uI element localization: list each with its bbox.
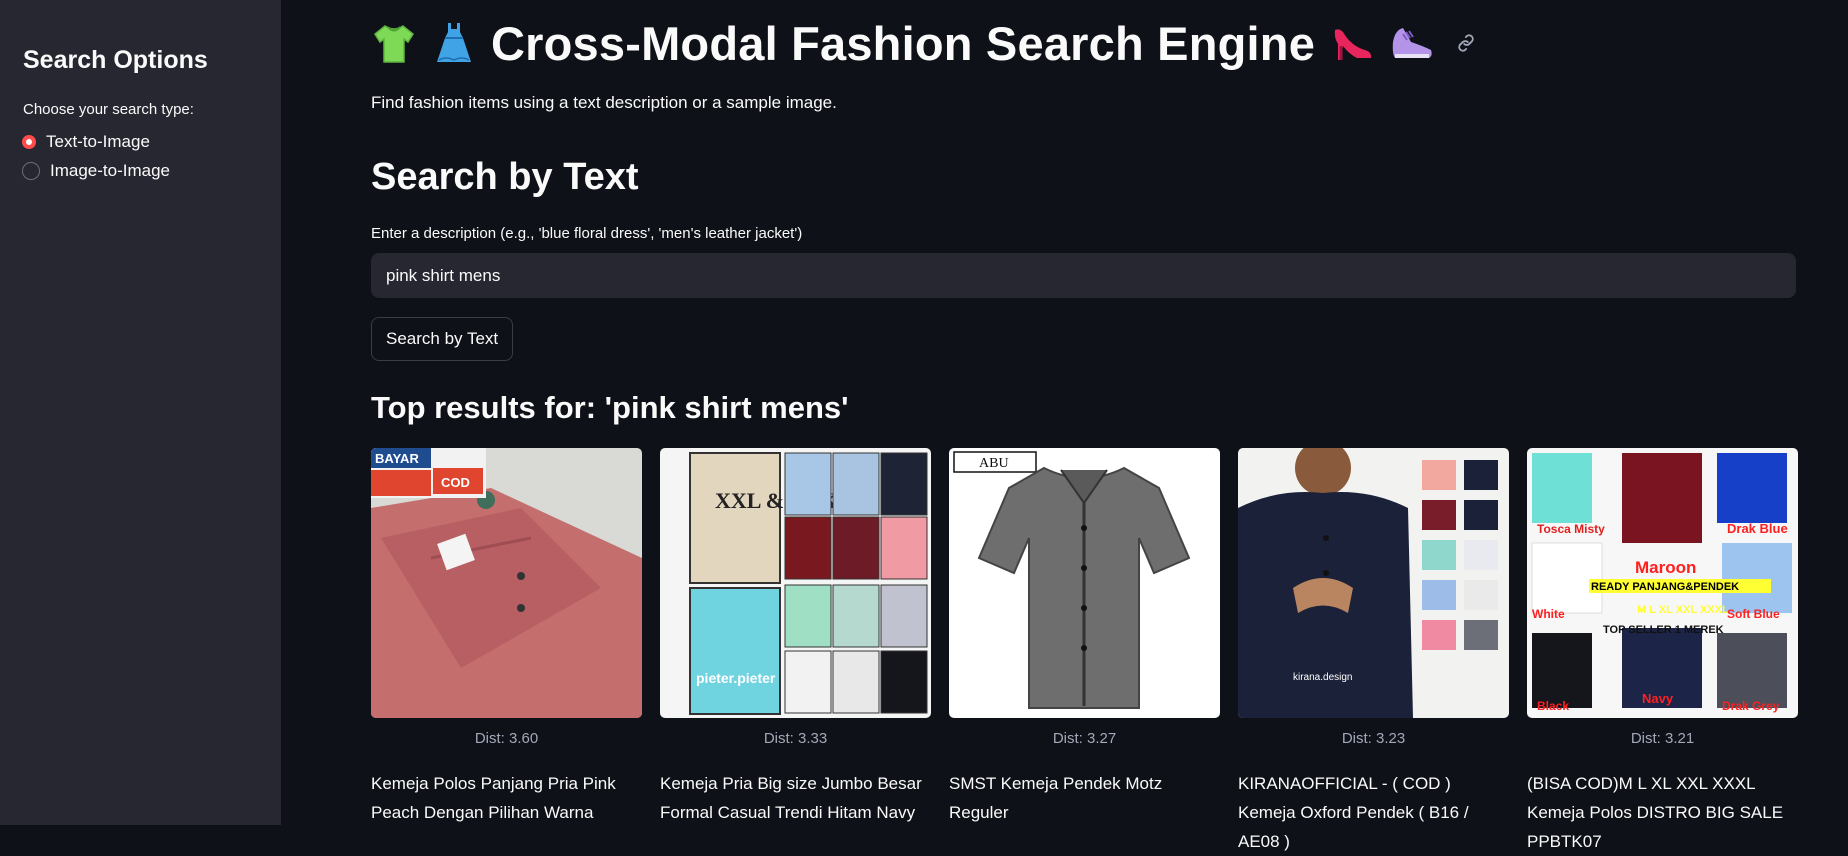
result-title: (BISA COD)M L XL XXL XXXL Kemeja Polos D… [1527,774,1784,851]
card5-label-sizes: M L XL XXL XXXL [1637,604,1729,616]
result-distance: Dist: 3.21 [1630,730,1695,747]
radio-selected-icon[interactable] [22,135,36,149]
card4-brand-text: kirana.design [1293,672,1352,683]
result-distance: Dist: 3.27 [1052,730,1117,747]
results-grid: BAYAR COD Dist: 3.60 Kemeja Polos Panjan… [371,448,1798,856]
result-card[interactable]: ABU Dist: 3.27 SMST Kemeja Pendek Motz R… [949,448,1220,856]
result-card[interactable]: BAYAR COD Dist: 3.60 Kemeja Polos Panjan… [371,448,642,856]
card5-label-tosca: Tosca Misty [1537,522,1605,536]
card5-label-maroon: Maroon [1635,558,1696,577]
result-image[interactable]: kirana.design [1238,448,1509,718]
result-image[interactable]: XXL & XXXL pieter.pieter [660,448,931,718]
card5-label-drak-blue: Drak Blue [1727,521,1788,536]
result-title: Kemeja Pria Big size Jumbo Besar Formal … [660,774,922,822]
description-input-label: Enter a description (e.g., 'blue floral … [371,225,803,242]
result-distance: Dist: 3.23 [1341,730,1406,747]
result-image[interactable]: BAYAR COD [371,448,642,718]
result-title: SMST Kemeja Pendek Motz Reguler [949,774,1163,822]
card5-label-top-seller: TOP SELLER 1 MEREK [1603,624,1724,636]
page-subtitle: Find fashion items using a text descript… [371,93,837,112]
card5-label-soft-blue: Soft Blue [1727,607,1780,621]
result-card[interactable]: kirana.design Dist: 3.23 KIRANAOFFICIAL … [1238,448,1509,856]
radio-label-text-to-image: Text-to-Image [46,132,150,151]
description-input[interactable] [371,253,1796,298]
search-type-label: Choose your search type: [23,101,194,118]
card5-label-white: White [1532,607,1565,621]
card5-label-drak-grey: Drak Grey [1722,699,1780,713]
radio-image-to-image[interactable]: Image-to-Image [22,161,170,181]
tshirt-emoji-icon [374,25,414,63]
card5-label-ready: READY PANJANG&PENDEK [1591,581,1739,593]
card1-cod-text: COD [441,475,470,490]
card2-brand-text: pieter.pieter [696,670,776,686]
results-heading: Top results for: 'pink shirt mens' [371,390,849,425]
result-title: KIRANAOFFICIAL - ( COD ) Kemeja Oxford P… [1238,774,1469,851]
sidebar: Search Options Choose your search type: … [0,0,281,825]
card1-badge-text: BAYAR [375,451,419,466]
result-card[interactable]: Tosca Misty Maroon Drak Blue READY PANJA… [1527,448,1798,856]
radio-label-image-to-image: Image-to-Image [50,161,170,180]
result-image[interactable]: ABU [949,448,1220,718]
result-title: Kemeja Polos Panjang Pria Pink Peach Den… [371,774,616,822]
sidebar-title: Search Options [23,46,208,74]
dress-emoji-icon [437,23,471,62]
result-distance: Dist: 3.33 [763,730,828,747]
card3-tag-text: ABU [979,456,1009,471]
result-image[interactable]: Tosca Misty Maroon Drak Blue READY PANJA… [1527,448,1798,718]
card5-label-black: Black [1537,699,1569,713]
result-card[interactable]: XXL & XXXL pieter.pieter Dist: 3.33 Keme… [660,448,931,856]
card5-label-navy: Navy [1642,691,1674,706]
result-distance: Dist: 3.60 [474,730,539,747]
radio-text-to-image[interactable]: Text-to-Image [22,132,150,152]
sneaker-emoji-icon [1392,28,1432,58]
link-icon[interactable] [1455,32,1477,54]
high-heel-emoji-icon [1334,29,1372,60]
search-by-text-button[interactable]: Search by Text [371,317,514,361]
search-heading: Search by Text [371,156,639,198]
radio-unselected-icon[interactable] [22,162,40,180]
page-title-row: Cross-Modal Fashion Search Engine [371,13,1477,73]
page-title: Cross-Modal Fashion Search Engine [491,16,1316,70]
